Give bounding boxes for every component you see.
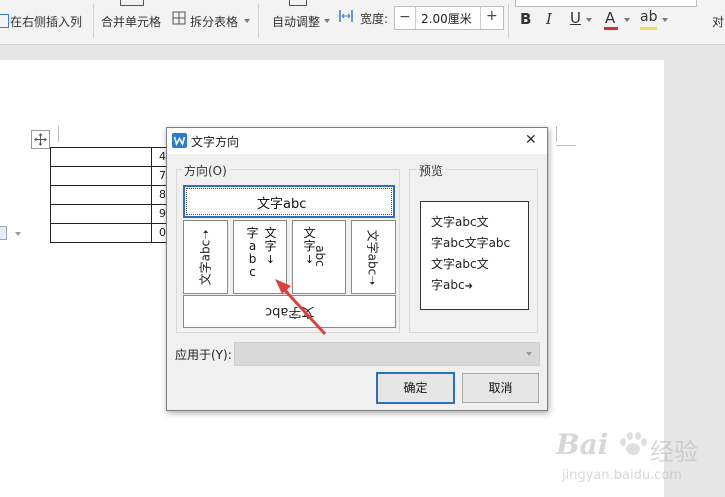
- insert-right-icon: [0, 14, 9, 28]
- column-width-icon: [339, 10, 353, 22]
- ok-button[interactable]: 确定: [376, 372, 455, 404]
- width-label: 宽度:: [360, 12, 389, 26]
- merge-cells-button[interactable]: 合并单元格: [101, 13, 161, 30]
- preview-line: 字abc文字abc: [431, 236, 511, 250]
- split-table-button[interactable]: 拆分表格: [190, 13, 238, 30]
- paste-options-chevron-down-icon[interactable]: [15, 232, 21, 236]
- watermark-brand: Bai: [556, 428, 609, 461]
- preview-line: 文字abc文: [431, 215, 489, 229]
- option-label: 文字abc: [365, 229, 380, 276]
- cancel-button[interactable]: 取消: [462, 373, 539, 403]
- width-increase-button[interactable]: +: [486, 8, 498, 24]
- text-direction-dialog: 文字方向 ✕ 方向(O) 文字abc 文字abc➝ 文字 ↓ 字abc 文字 ↓…: [166, 127, 548, 411]
- cancel-button-label: 取消: [488, 381, 513, 395]
- close-icon[interactable]: ✕: [525, 132, 537, 148]
- annotation-arrow: [275, 279, 327, 336]
- font-size-dropdown[interactable]: [515, 0, 697, 7]
- table-cell[interactable]: 9: [159, 207, 166, 220]
- italic-button[interactable]: I: [546, 10, 552, 28]
- width-input[interactable]: 2.00厘米: [421, 10, 472, 27]
- direction-option-horizontal[interactable]: 文字abc: [183, 185, 395, 218]
- dialog-titlebar: 文字方向 ✕: [167, 128, 547, 154]
- align-button[interactable]: 对: [712, 13, 724, 30]
- paste-options-icon[interactable]: [0, 226, 7, 240]
- auto-adjust-button[interactable]: 自动调整: [272, 13, 320, 30]
- margin-mark: [556, 145, 576, 146]
- toolbar-divider: [508, 4, 509, 38]
- preview-line: 字abc: [431, 278, 465, 292]
- table-cell[interactable]: 0: [159, 226, 166, 239]
- bold-button[interactable]: B: [520, 10, 531, 28]
- auto-adjust-icon: [289, 0, 307, 6]
- font-color-button[interactable]: A: [605, 9, 615, 27]
- direction-group-label: 方向(O): [182, 162, 229, 179]
- option-label: abc: [313, 245, 327, 267]
- table-cell[interactable]: 7: [159, 169, 166, 182]
- spinner-divider: [415, 7, 416, 29]
- font-color-swatch: [604, 27, 618, 30]
- margin-mark: [556, 126, 557, 142]
- table-cell[interactable]: 8: [159, 188, 166, 201]
- arrow-down-icon: ➝: [365, 275, 380, 286]
- toolbar-divider: [258, 4, 259, 38]
- insert-column-right-button[interactable]: 在右侧插入列: [10, 13, 82, 30]
- watermark: Bai 经验 jingyan.baidu.com: [556, 428, 721, 490]
- apply-to-select[interactable]: [234, 342, 540, 366]
- highlight-button[interactable]: ab: [640, 9, 657, 25]
- arrow-right-icon: ➜: [464, 281, 473, 292]
- split-table-chevron-down-icon[interactable]: [244, 19, 250, 23]
- ok-button-label: 确定: [403, 381, 428, 395]
- merge-cells-icon: [120, 0, 144, 6]
- direction-option-rotate-down[interactable]: 文字abc➝: [351, 220, 396, 294]
- split-table-icon: [172, 11, 186, 25]
- watermark-url: jingyan.baidu.com: [562, 468, 682, 483]
- option-label: 字abc: [246, 226, 259, 279]
- underline-button[interactable]: U: [570, 9, 581, 27]
- font-color-chevron-down-icon[interactable]: [624, 18, 630, 22]
- preview-line: 文字abc文: [431, 257, 489, 271]
- spinner-divider: [480, 7, 481, 29]
- option-label: 文字: [264, 226, 277, 253]
- width-spinner[interactable]: − 2.00厘米 +: [394, 6, 504, 30]
- ribbon-toolbar: 在右侧插入列 合并单元格 拆分表格 自动调整 宽度: − 2.00厘米 + B …: [0, 0, 725, 45]
- option-label: 文字abc: [198, 239, 213, 286]
- app-logo-icon: [172, 133, 187, 148]
- apply-to-label: 应用于(Y):: [175, 348, 232, 362]
- preview-box: 文字abc文 字abc文字abc 文字abc文 字abc➜: [420, 201, 529, 310]
- auto-adjust-chevron-down-icon[interactable]: [324, 19, 330, 23]
- paw-logo-icon: [620, 432, 647, 456]
- underline-chevron-down-icon[interactable]: [586, 18, 592, 22]
- highlight-swatch: [640, 27, 657, 30]
- margin-mark: [58, 126, 59, 142]
- option-label: 文字abc: [257, 197, 307, 212]
- highlight-chevron-down-icon[interactable]: [662, 18, 668, 22]
- arrow-down-icon: ↓: [265, 253, 276, 266]
- move-arrows-icon: [34, 133, 47, 146]
- width-decrease-button[interactable]: −: [399, 9, 411, 25]
- chevron-down-icon: [526, 352, 532, 356]
- arrow-up-icon: ➝: [198, 229, 213, 240]
- toolbar-divider: [93, 4, 94, 38]
- dialog-title: 文字方向: [191, 135, 240, 149]
- table-move-handle[interactable]: [31, 130, 50, 149]
- direction-option-rotate-up[interactable]: 文字abc➝: [183, 220, 228, 294]
- preview-group-label: 预览: [417, 162, 446, 179]
- watermark-brand-cn: 经验: [650, 438, 698, 466]
- table-cell[interactable]: 4: [159, 150, 166, 163]
